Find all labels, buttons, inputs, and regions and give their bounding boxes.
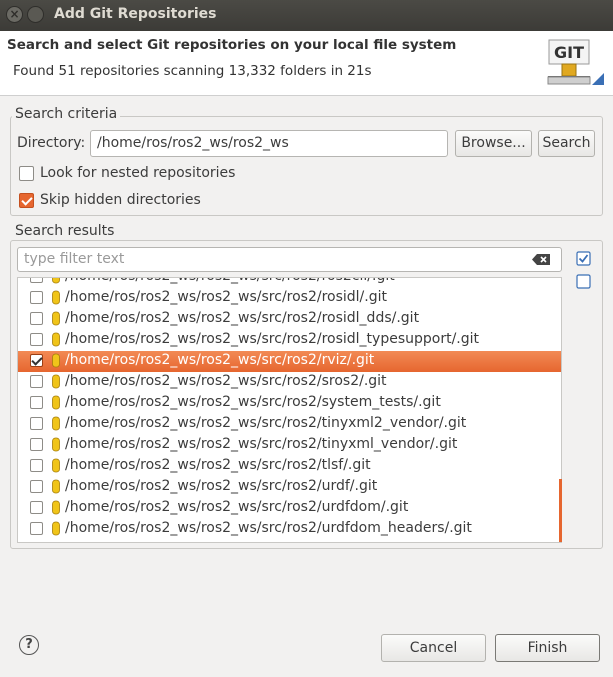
repository-checkbox[interactable] bbox=[30, 459, 43, 472]
repository-path: /home/ros/ros2_ws/ros2_ws/src/ros2/tlsf/… bbox=[65, 457, 371, 473]
list-item[interactable]: /home/ros/ros2_ws/ros2_ws/src/ros2/urdfd… bbox=[18, 519, 561, 540]
repository-path: /home/ros/ros2_ws/ros2_ws/src/ros2/urdfd… bbox=[65, 520, 472, 536]
wizard-message: Found 51 repositories scanning 13,332 fo… bbox=[13, 63, 372, 79]
cancel-button[interactable]: Cancel bbox=[381, 634, 486, 662]
repository-checkbox[interactable] bbox=[30, 438, 43, 451]
repository-icon bbox=[52, 437, 60, 452]
list-item[interactable]: /home/ros/ros2_ws/ros2_ws/src/ros2/rosid… bbox=[18, 288, 561, 309]
repository-icon bbox=[52, 290, 60, 305]
repository-path: /home/ros/ros2_ws/ros2_ws/src/ros2/urdf/… bbox=[65, 478, 378, 494]
repository-icon bbox=[52, 278, 60, 284]
title-bar: × Add Git Repositories bbox=[0, 0, 613, 31]
browse-button[interactable]: Browse... bbox=[455, 130, 532, 157]
directory-label: Directory: bbox=[17, 135, 86, 151]
list-item[interactable]: /home/ros/ros2_ws/ros2_ws/src/ros2/rosid… bbox=[18, 309, 561, 330]
filter-field[interactable]: type filter text bbox=[17, 247, 562, 272]
repository-path: /home/ros/ros2_ws/ros2_ws/src/ros2/rosid… bbox=[65, 310, 420, 326]
repository-icon bbox=[52, 500, 60, 515]
wizard-header: Search and select Git repositories on yo… bbox=[0, 31, 613, 96]
repository-checkbox[interactable] bbox=[30, 522, 43, 535]
search-button[interactable]: Search bbox=[538, 130, 595, 157]
repository-icon bbox=[52, 479, 60, 494]
minimize-window-button[interactable] bbox=[27, 6, 44, 23]
repository-checkbox[interactable] bbox=[30, 354, 43, 367]
repository-checkbox[interactable] bbox=[30, 501, 43, 514]
deselect-all-icon[interactable] bbox=[576, 274, 591, 289]
skip-hidden-checkbox[interactable] bbox=[19, 193, 34, 208]
repository-path: /home/ros/ros2_ws/ros2_ws/src/ros2/rosid… bbox=[65, 289, 387, 305]
repository-path: /home/ros/ros2_ws/ros2_ws/src/ros2/rviz/… bbox=[65, 352, 375, 368]
repository-checkbox[interactable] bbox=[30, 312, 43, 325]
finish-button[interactable]: Finish bbox=[495, 634, 600, 662]
directory-input[interactable]: /home/ros/ros2_ws/ros2_ws bbox=[90, 130, 448, 157]
repository-checkbox[interactable] bbox=[30, 291, 43, 304]
list-item[interactable]: /home/ros/ros2_ws/ros2_ws/src/ros2/tlsf/… bbox=[18, 456, 561, 477]
clear-filter-icon[interactable] bbox=[532, 254, 550, 265]
repository-path: /home/ros/ros2_ws/ros2_ws/src/ros2/ros2c… bbox=[65, 278, 395, 284]
repository-icon bbox=[52, 353, 60, 368]
git-logo-text: GIT bbox=[554, 43, 584, 62]
search-results-label: Search results bbox=[12, 223, 118, 239]
repository-path: /home/ros/ros2_ws/ros2_ws/src/ros2/urdfd… bbox=[65, 499, 409, 515]
repository-icon bbox=[52, 311, 60, 326]
nested-repositories-label[interactable]: Look for nested repositories bbox=[40, 165, 235, 181]
list-scrollbar-thumb[interactable] bbox=[559, 479, 562, 542]
select-all-icon[interactable] bbox=[576, 251, 591, 266]
repository-icon bbox=[52, 458, 60, 473]
repository-path: /home/ros/ros2_ws/ros2_ws/src/ros2/rosid… bbox=[65, 331, 480, 347]
repository-icon bbox=[52, 416, 60, 431]
list-item[interactable]: /home/ros/ros2_ws/ros2_ws/src/ros2/ros2c… bbox=[18, 278, 561, 288]
list-item[interactable]: /home/ros/ros2_ws/ros2_ws/src/ros2/urdf/… bbox=[18, 477, 561, 498]
repository-path: /home/ros/ros2_ws/ros2_ws/src/ros2/tinyx… bbox=[65, 415, 467, 431]
repository-path: /home/ros/ros2_ws/ros2_ws/src/ros2/sros2… bbox=[65, 373, 387, 389]
list-item[interactable]: /home/ros/ros2_ws/ros2_ws/src/ros2/tinyx… bbox=[18, 414, 561, 435]
repository-checkbox[interactable] bbox=[30, 480, 43, 493]
repository-checkbox[interactable] bbox=[30, 375, 43, 388]
repository-icon bbox=[52, 374, 60, 389]
help-icon[interactable]: ? bbox=[19, 635, 39, 655]
list-item[interactable]: /home/ros/ros2_ws/ros2_ws/src/ros2/urdfd… bbox=[18, 498, 561, 519]
repository-checkbox[interactable] bbox=[30, 417, 43, 430]
repository-path: /home/ros/ros2_ws/ros2_ws/src/ros2/tinyx… bbox=[65, 436, 458, 452]
list-item[interactable]: /home/ros/ros2_ws/ros2_ws/src/ros2/sros2… bbox=[18, 372, 561, 393]
repository-icon bbox=[52, 332, 60, 347]
search-criteria-label: Search criteria bbox=[12, 106, 121, 122]
repository-path: /home/ros/ros2_ws/ros2_ws/src/ros2/syste… bbox=[65, 394, 441, 410]
wizard-title: Search and select Git repositories on yo… bbox=[7, 37, 457, 53]
git-logo-icon: GIT bbox=[547, 39, 604, 85]
repository-list[interactable]: /home/ros/ros2_ws/ros2_ws/src/ros2/ros2c… bbox=[17, 277, 562, 543]
repository-icon bbox=[52, 395, 60, 410]
window-title: Add Git Repositories bbox=[54, 6, 217, 22]
skip-hidden-label[interactable]: Skip hidden directories bbox=[40, 192, 201, 208]
nested-repositories-checkbox[interactable] bbox=[19, 166, 34, 181]
repository-checkbox[interactable] bbox=[30, 396, 43, 409]
list-item[interactable]: /home/ros/ros2_ws/ros2_ws/src/ros2/tinyx… bbox=[18, 435, 561, 456]
filter-input[interactable]: type filter text bbox=[24, 251, 124, 267]
list-item[interactable]: /home/ros/ros2_ws/ros2_ws/src/ros2/syste… bbox=[18, 393, 561, 414]
close-window-button[interactable]: × bbox=[6, 6, 23, 23]
list-item[interactable]: /home/ros/ros2_ws/ros2_ws/src/ros2/rosid… bbox=[18, 330, 561, 351]
repository-checkbox[interactable] bbox=[30, 278, 43, 283]
repository-checkbox[interactable] bbox=[30, 333, 43, 346]
list-item[interactable]: /home/ros/ros2_ws/ros2_ws/src/ros2/rviz/… bbox=[18, 351, 561, 372]
repository-icon bbox=[52, 521, 60, 536]
